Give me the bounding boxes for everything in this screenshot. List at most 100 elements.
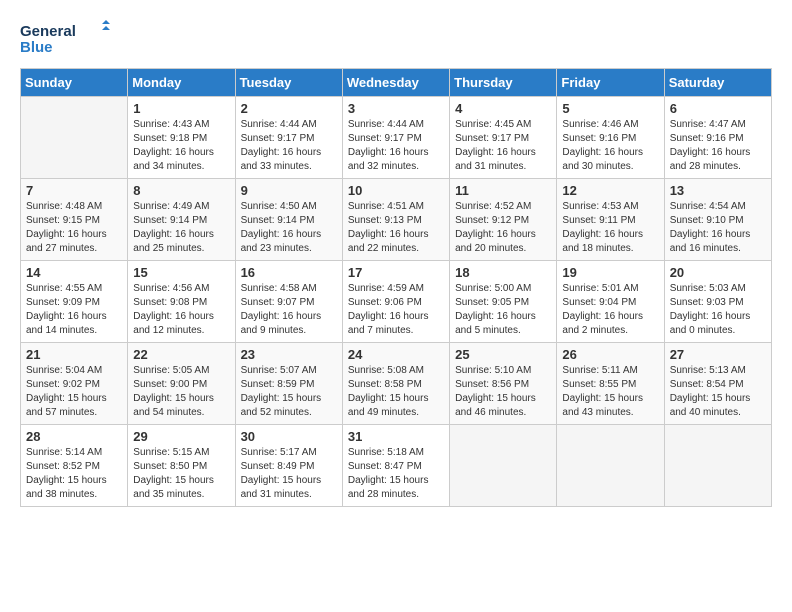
- day-number: 3: [348, 101, 444, 116]
- logo: General Blue: [20, 20, 110, 58]
- day-info: Sunrise: 4:53 AM Sunset: 9:11 PM Dayligh…: [562, 200, 658, 256]
- header-day: Thursday: [450, 69, 557, 97]
- day-info: Sunrise: 4:45 AM Sunset: 9:17 PM Dayligh…: [455, 118, 551, 174]
- calendar-body: 1 Sunrise: 4:43 AM Sunset: 9:18 PM Daylig…: [21, 97, 772, 507]
- header-day: Saturday: [664, 69, 771, 97]
- day-info: Sunrise: 4:55 AM Sunset: 9:09 PM Dayligh…: [26, 282, 122, 338]
- day-number: 10: [348, 183, 444, 198]
- day-number: 28: [26, 429, 122, 444]
- day-number: 31: [348, 429, 444, 444]
- calendar-header: SundayMondayTuesdayWednesdayThursdayFrid…: [21, 69, 772, 97]
- calendar-cell: 1 Sunrise: 4:43 AM Sunset: 9:18 PM Daylig…: [128, 97, 235, 179]
- day-number: 29: [133, 429, 229, 444]
- header-day: Wednesday: [342, 69, 449, 97]
- calendar-cell: 15 Sunrise: 4:56 AM Sunset: 9:08 PM Dayli…: [128, 261, 235, 343]
- day-number: 23: [241, 347, 337, 362]
- header-day: Sunday: [21, 69, 128, 97]
- day-number: 6: [670, 101, 766, 116]
- calendar-cell: 19 Sunrise: 5:01 AM Sunset: 9:04 PM Dayli…: [557, 261, 664, 343]
- day-info: Sunrise: 5:07 AM Sunset: 8:59 PM Dayligh…: [241, 364, 337, 420]
- day-info: Sunrise: 4:43 AM Sunset: 9:18 PM Dayligh…: [133, 118, 229, 174]
- day-number: 9: [241, 183, 337, 198]
- day-info: Sunrise: 5:13 AM Sunset: 8:54 PM Dayligh…: [670, 364, 766, 420]
- day-info: Sunrise: 4:58 AM Sunset: 9:07 PM Dayligh…: [241, 282, 337, 338]
- day-number: 19: [562, 265, 658, 280]
- calendar-cell: 22 Sunrise: 5:05 AM Sunset: 9:00 PM Dayli…: [128, 343, 235, 425]
- day-number: 2: [241, 101, 337, 116]
- calendar-week: 21 Sunrise: 5:04 AM Sunset: 9:02 PM Dayli…: [21, 343, 772, 425]
- calendar-cell: 29 Sunrise: 5:15 AM Sunset: 8:50 PM Dayli…: [128, 425, 235, 507]
- day-number: 11: [455, 183, 551, 198]
- calendar-cell: 6 Sunrise: 4:47 AM Sunset: 9:16 PM Daylig…: [664, 97, 771, 179]
- calendar-cell: 23 Sunrise: 5:07 AM Sunset: 8:59 PM Dayli…: [235, 343, 342, 425]
- calendar-cell: 13 Sunrise: 4:54 AM Sunset: 9:10 PM Dayli…: [664, 179, 771, 261]
- day-info: Sunrise: 4:51 AM Sunset: 9:13 PM Dayligh…: [348, 200, 444, 256]
- calendar-cell: [450, 425, 557, 507]
- day-info: Sunrise: 4:59 AM Sunset: 9:06 PM Dayligh…: [348, 282, 444, 338]
- calendar-cell: 26 Sunrise: 5:11 AM Sunset: 8:55 PM Dayli…: [557, 343, 664, 425]
- day-info: Sunrise: 5:08 AM Sunset: 8:58 PM Dayligh…: [348, 364, 444, 420]
- day-info: Sunrise: 5:17 AM Sunset: 8:49 PM Dayligh…: [241, 446, 337, 502]
- logo-svg: General Blue: [20, 20, 110, 58]
- calendar-cell: 14 Sunrise: 4:55 AM Sunset: 9:09 PM Dayli…: [21, 261, 128, 343]
- calendar-cell: 8 Sunrise: 4:49 AM Sunset: 9:14 PM Daylig…: [128, 179, 235, 261]
- day-info: Sunrise: 4:44 AM Sunset: 9:17 PM Dayligh…: [348, 118, 444, 174]
- day-info: Sunrise: 4:56 AM Sunset: 9:08 PM Dayligh…: [133, 282, 229, 338]
- calendar-cell: 3 Sunrise: 4:44 AM Sunset: 9:17 PM Daylig…: [342, 97, 449, 179]
- calendar-cell: 11Sunrise: 4:52 AM Sunset: 9:12 PM Dayli…: [450, 179, 557, 261]
- calendar-cell: 7Sunrise: 4:48 AM Sunset: 9:15 PM Daylig…: [21, 179, 128, 261]
- calendar-cell: 31 Sunrise: 5:18 AM Sunset: 8:47 PM Dayli…: [342, 425, 449, 507]
- day-info: Sunrise: 4:47 AM Sunset: 9:16 PM Dayligh…: [670, 118, 766, 174]
- calendar-cell: 10 Sunrise: 4:51 AM Sunset: 9:13 PM Dayli…: [342, 179, 449, 261]
- day-info: Sunrise: 4:49 AM Sunset: 9:14 PM Dayligh…: [133, 200, 229, 256]
- day-info: Sunrise: 5:01 AM Sunset: 9:04 PM Dayligh…: [562, 282, 658, 338]
- day-number: 30: [241, 429, 337, 444]
- calendar-cell: 21 Sunrise: 5:04 AM Sunset: 9:02 PM Dayli…: [21, 343, 128, 425]
- calendar-cell: 2Sunrise: 4:44 AM Sunset: 9:17 PM Daylig…: [235, 97, 342, 179]
- day-number: 26: [562, 347, 658, 362]
- day-info: Sunrise: 5:00 AM Sunset: 9:05 PM Dayligh…: [455, 282, 551, 338]
- day-info: Sunrise: 5:03 AM Sunset: 9:03 PM Dayligh…: [670, 282, 766, 338]
- calendar-cell: 12Sunrise: 4:53 AM Sunset: 9:11 PM Dayli…: [557, 179, 664, 261]
- day-info: Sunrise: 4:46 AM Sunset: 9:16 PM Dayligh…: [562, 118, 658, 174]
- calendar-cell: 28Sunrise: 5:14 AM Sunset: 8:52 PM Dayli…: [21, 425, 128, 507]
- day-number: 4: [455, 101, 551, 116]
- day-number: 24: [348, 347, 444, 362]
- day-number: 22: [133, 347, 229, 362]
- calendar-cell: [557, 425, 664, 507]
- day-number: 13: [670, 183, 766, 198]
- calendar-week: 7Sunrise: 4:48 AM Sunset: 9:15 PM Daylig…: [21, 179, 772, 261]
- calendar-cell: 5 Sunrise: 4:46 AM Sunset: 9:16 PM Daylig…: [557, 97, 664, 179]
- day-number: 25: [455, 347, 551, 362]
- calendar-cell: 9 Sunrise: 4:50 AM Sunset: 9:14 PM Daylig…: [235, 179, 342, 261]
- calendar-cell: [664, 425, 771, 507]
- calendar-cell: 27 Sunrise: 5:13 AM Sunset: 8:54 PM Dayli…: [664, 343, 771, 425]
- day-info: Sunrise: 5:15 AM Sunset: 8:50 PM Dayligh…: [133, 446, 229, 502]
- day-number: 5: [562, 101, 658, 116]
- day-info: Sunrise: 4:54 AM Sunset: 9:10 PM Dayligh…: [670, 200, 766, 256]
- day-number: 14: [26, 265, 122, 280]
- day-number: 17: [348, 265, 444, 280]
- day-number: 18: [455, 265, 551, 280]
- calendar-cell: [21, 97, 128, 179]
- day-number: 1: [133, 101, 229, 116]
- svg-text:General: General: [20, 23, 76, 40]
- day-info: Sunrise: 4:50 AM Sunset: 9:14 PM Dayligh…: [241, 200, 337, 256]
- day-info: Sunrise: 5:18 AM Sunset: 8:47 PM Dayligh…: [348, 446, 444, 502]
- calendar-cell: 25 Sunrise: 5:10 AM Sunset: 8:56 PM Dayli…: [450, 343, 557, 425]
- day-number: 20: [670, 265, 766, 280]
- header-day: Friday: [557, 69, 664, 97]
- day-info: Sunrise: 5:10 AM Sunset: 8:56 PM Dayligh…: [455, 364, 551, 420]
- calendar-cell: 16Sunrise: 4:58 AM Sunset: 9:07 PM Dayli…: [235, 261, 342, 343]
- day-number: 15: [133, 265, 229, 280]
- day-number: 7: [26, 183, 122, 198]
- calendar-cell: 4 Sunrise: 4:45 AM Sunset: 9:17 PM Daylig…: [450, 97, 557, 179]
- header-day: Monday: [128, 69, 235, 97]
- day-info: Sunrise: 5:05 AM Sunset: 9:00 PM Dayligh…: [133, 364, 229, 420]
- day-number: 8: [133, 183, 229, 198]
- day-number: 21: [26, 347, 122, 362]
- calendar-cell: 30 Sunrise: 5:17 AM Sunset: 8:49 PM Dayli…: [235, 425, 342, 507]
- day-info: Sunrise: 5:11 AM Sunset: 8:55 PM Dayligh…: [562, 364, 658, 420]
- day-number: 27: [670, 347, 766, 362]
- day-info: Sunrise: 5:04 AM Sunset: 9:02 PM Dayligh…: [26, 364, 122, 420]
